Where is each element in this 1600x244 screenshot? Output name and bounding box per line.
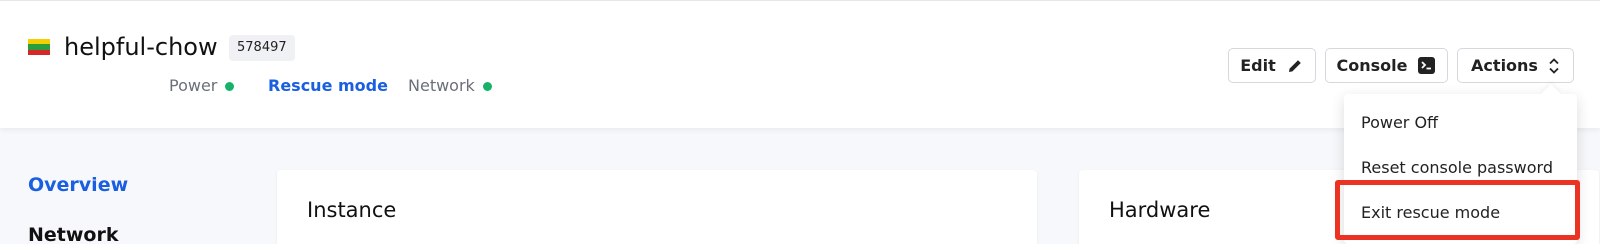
- actions-button[interactable]: Actions: [1457, 48, 1574, 83]
- network-status-dot-icon: [482, 81, 492, 91]
- edit-button[interactable]: Edit: [1228, 48, 1316, 83]
- flag-icon: [28, 39, 50, 55]
- pencil-icon: [1286, 57, 1304, 75]
- network-status: Network: [408, 76, 492, 96]
- power-status: Power: [169, 76, 235, 96]
- hardware-card-title: Hardware: [1109, 198, 1211, 222]
- actions-button-label: Actions: [1471, 56, 1538, 75]
- rescue-mode-label[interactable]: Rescue mode: [268, 76, 388, 96]
- rescue-mode-status[interactable]: Rescue mode: [268, 76, 388, 96]
- sidebar-item-overview[interactable]: Overview: [28, 174, 128, 196]
- instance-name: helpful-chow: [64, 33, 218, 61]
- edit-button-label: Edit: [1240, 56, 1276, 75]
- instance-id-badge: 578497: [229, 35, 295, 61]
- highlight-box: [1335, 180, 1580, 240]
- power-status-label: Power: [169, 76, 218, 95]
- chevron-up-down-icon: [1548, 57, 1560, 75]
- menu-item-reset-console-password[interactable]: Reset console password: [1361, 158, 1553, 177]
- terminal-icon: [1417, 56, 1436, 75]
- console-button[interactable]: Console: [1325, 48, 1448, 83]
- instance-card-title: Instance: [307, 198, 397, 222]
- console-button-label: Console: [1336, 56, 1408, 75]
- power-status-dot-icon: [225, 81, 235, 91]
- instance-card: Instance: [277, 170, 1037, 244]
- sidebar-item-network[interactable]: Network: [28, 224, 118, 244]
- menu-item-power-off[interactable]: Power Off: [1361, 113, 1438, 132]
- network-status-label: Network: [408, 76, 475, 95]
